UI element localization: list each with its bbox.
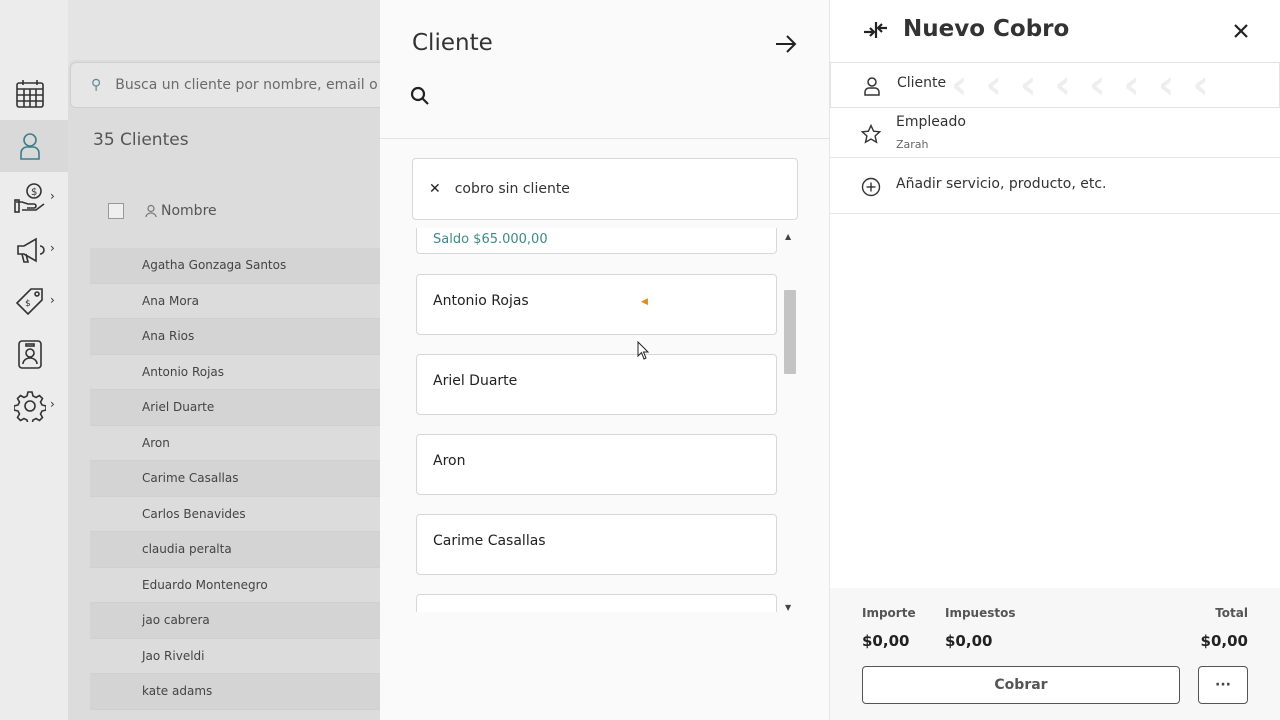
clients-table: Agatha Gonzaga Santos Ana Mora Ana Rios …	[90, 248, 390, 710]
clients-search-input[interactable]: ⚲ Busca un cliente por nombre, email o t…	[70, 62, 400, 108]
mouse-cursor-icon	[637, 341, 650, 360]
user-icon	[20, 133, 40, 160]
no-client-label: cobro sin cliente	[454, 181, 570, 197]
scroll-down-icon[interactable]: ▼	[785, 603, 791, 612]
star-icon	[861, 124, 881, 144]
table-row[interactable]: Ariel Duarte	[90, 390, 390, 426]
badge-icon	[18, 340, 42, 369]
checkout-footer: Importe $0,00 Impuestos $0,00 Total $0,0…	[830, 588, 1280, 720]
price-tag-icon: $	[15, 288, 43, 316]
list-item[interactable]: Saldo $65.000,00	[416, 228, 777, 254]
transfer-arrows-icon	[864, 22, 887, 38]
clients-search-placeholder: Busca un cliente por nombre, email o te	[115, 77, 397, 93]
column-name-header[interactable]: Nombre	[161, 203, 217, 219]
table-row[interactable]: Ana Mora	[90, 283, 390, 319]
chevron-right-icon: ›	[50, 397, 55, 411]
svg-text:$: $	[31, 187, 37, 198]
arrow-right-icon[interactable]	[774, 34, 798, 54]
chevron-right-icon: ›	[50, 189, 55, 203]
megaphone-icon	[17, 237, 45, 263]
clients-table-header: Nombre	[90, 186, 390, 236]
search-icon[interactable]	[410, 86, 430, 106]
panel-title: Cliente	[412, 30, 493, 56]
add-item-button[interactable]: Añadir servicio, producto, etc.	[830, 158, 1280, 214]
nav-marketing[interactable]: ›	[0, 224, 68, 276]
impuestos-value: $0,00	[945, 632, 993, 650]
employee-field[interactable]: Empleado Zarah	[830, 108, 1280, 158]
calendar-icon	[16, 80, 44, 108]
user-icon	[145, 204, 157, 218]
chevron-right-icon: ›	[50, 241, 55, 255]
table-row[interactable]: Carime Casallas	[90, 461, 390, 497]
table-row[interactable]: Aron	[90, 425, 390, 461]
list-item[interactable]: Aron	[416, 434, 777, 495]
employee-label: Empleado	[896, 114, 966, 130]
nav-calendar[interactable]	[0, 68, 68, 120]
importe-value: $0,00	[862, 632, 910, 650]
table-row[interactable]: kate adams	[90, 674, 390, 710]
client-field[interactable]: ‹ ‹ ‹ ‹ ‹ ‹ ‹ ‹ Cliente	[830, 62, 1280, 108]
nav-staff[interactable]	[0, 328, 68, 380]
client-list: Saldo $65.000,00 Antonio Rojas Ariel Dua…	[416, 228, 778, 612]
employee-value: Zarah	[896, 138, 929, 151]
checkout-title: Nuevo Cobro	[903, 16, 1070, 42]
total-value: $0,00	[1200, 632, 1248, 650]
nav-clients[interactable]	[0, 120, 68, 172]
nav-sales[interactable]: $ ›	[0, 172, 68, 224]
money-hand-icon: $	[14, 183, 45, 213]
list-item[interactable]: Antonio Rojas	[416, 274, 777, 335]
loading-chevrons: ‹ ‹ ‹ ‹ ‹ ‹ ‹ ‹	[951, 62, 1209, 108]
plus-circle-icon	[861, 177, 881, 197]
nav-settings[interactable]: ›	[0, 380, 68, 432]
close-icon[interactable]	[1231, 21, 1251, 41]
add-item-label: Añadir servicio, producto, etc.	[896, 176, 1107, 192]
total-label: Total	[1215, 606, 1248, 620]
new-checkout-panel: Nuevo Cobro ‹ ‹ ‹ ‹ ‹ ‹ ‹ ‹ Cliente Empleado Za…	[830, 0, 1280, 720]
importe-label: Importe	[862, 606, 916, 620]
table-row[interactable]: Jao Riveldi	[90, 638, 390, 674]
list-item[interactable]: Carime Casallas	[416, 514, 777, 575]
svg-text:$: $	[25, 299, 31, 309]
table-row[interactable]: Agatha Gonzaga Santos	[90, 248, 390, 284]
select-all-checkbox[interactable]	[108, 203, 124, 219]
clients-count: 35 Clientes	[93, 130, 189, 150]
scrollbar-thumb[interactable]	[784, 290, 796, 374]
scroll-up-icon[interactable]: ▲	[785, 232, 791, 241]
client-select-panel: Cliente ✕ cobro sin cliente Saldo $65.00…	[380, 0, 830, 720]
side-nav: $ › › $ › ›	[0, 0, 68, 720]
gear-icon	[14, 391, 46, 422]
table-row[interactable]: jao cabrera	[90, 603, 390, 639]
list-item[interactable]: Ariel Duarte	[416, 354, 777, 415]
impuestos-label: Impuestos	[945, 606, 1016, 620]
divider	[380, 138, 830, 139]
table-row[interactable]: Eduardo Montenegro	[90, 567, 390, 603]
client-list-scrollbar[interactable]: ▲ ▼	[782, 230, 798, 612]
client-balance: Saldo $65.000,00	[433, 232, 548, 247]
close-icon: ✕	[429, 181, 441, 197]
table-row[interactable]: Antonio Rojas	[90, 354, 390, 390]
client-label: Cliente	[897, 75, 947, 91]
more-options-button[interactable]: ···	[1198, 666, 1248, 704]
chevron-right-icon: ›	[50, 293, 55, 307]
pointer-marker-icon: ◀	[641, 297, 648, 307]
table-row[interactable]: Carlos Benavides	[90, 496, 390, 532]
table-row[interactable]: Ana Rios	[90, 319, 390, 355]
table-row[interactable]: claudia peralta	[90, 532, 390, 568]
search-icon: ⚲	[91, 77, 102, 93]
user-icon	[864, 77, 880, 96]
no-client-option[interactable]: ✕ cobro sin cliente	[412, 158, 798, 220]
nav-products[interactable]: $ ›	[0, 276, 68, 328]
list-item[interactable]	[416, 594, 777, 612]
cobrar-button[interactable]: Cobrar	[862, 666, 1180, 704]
